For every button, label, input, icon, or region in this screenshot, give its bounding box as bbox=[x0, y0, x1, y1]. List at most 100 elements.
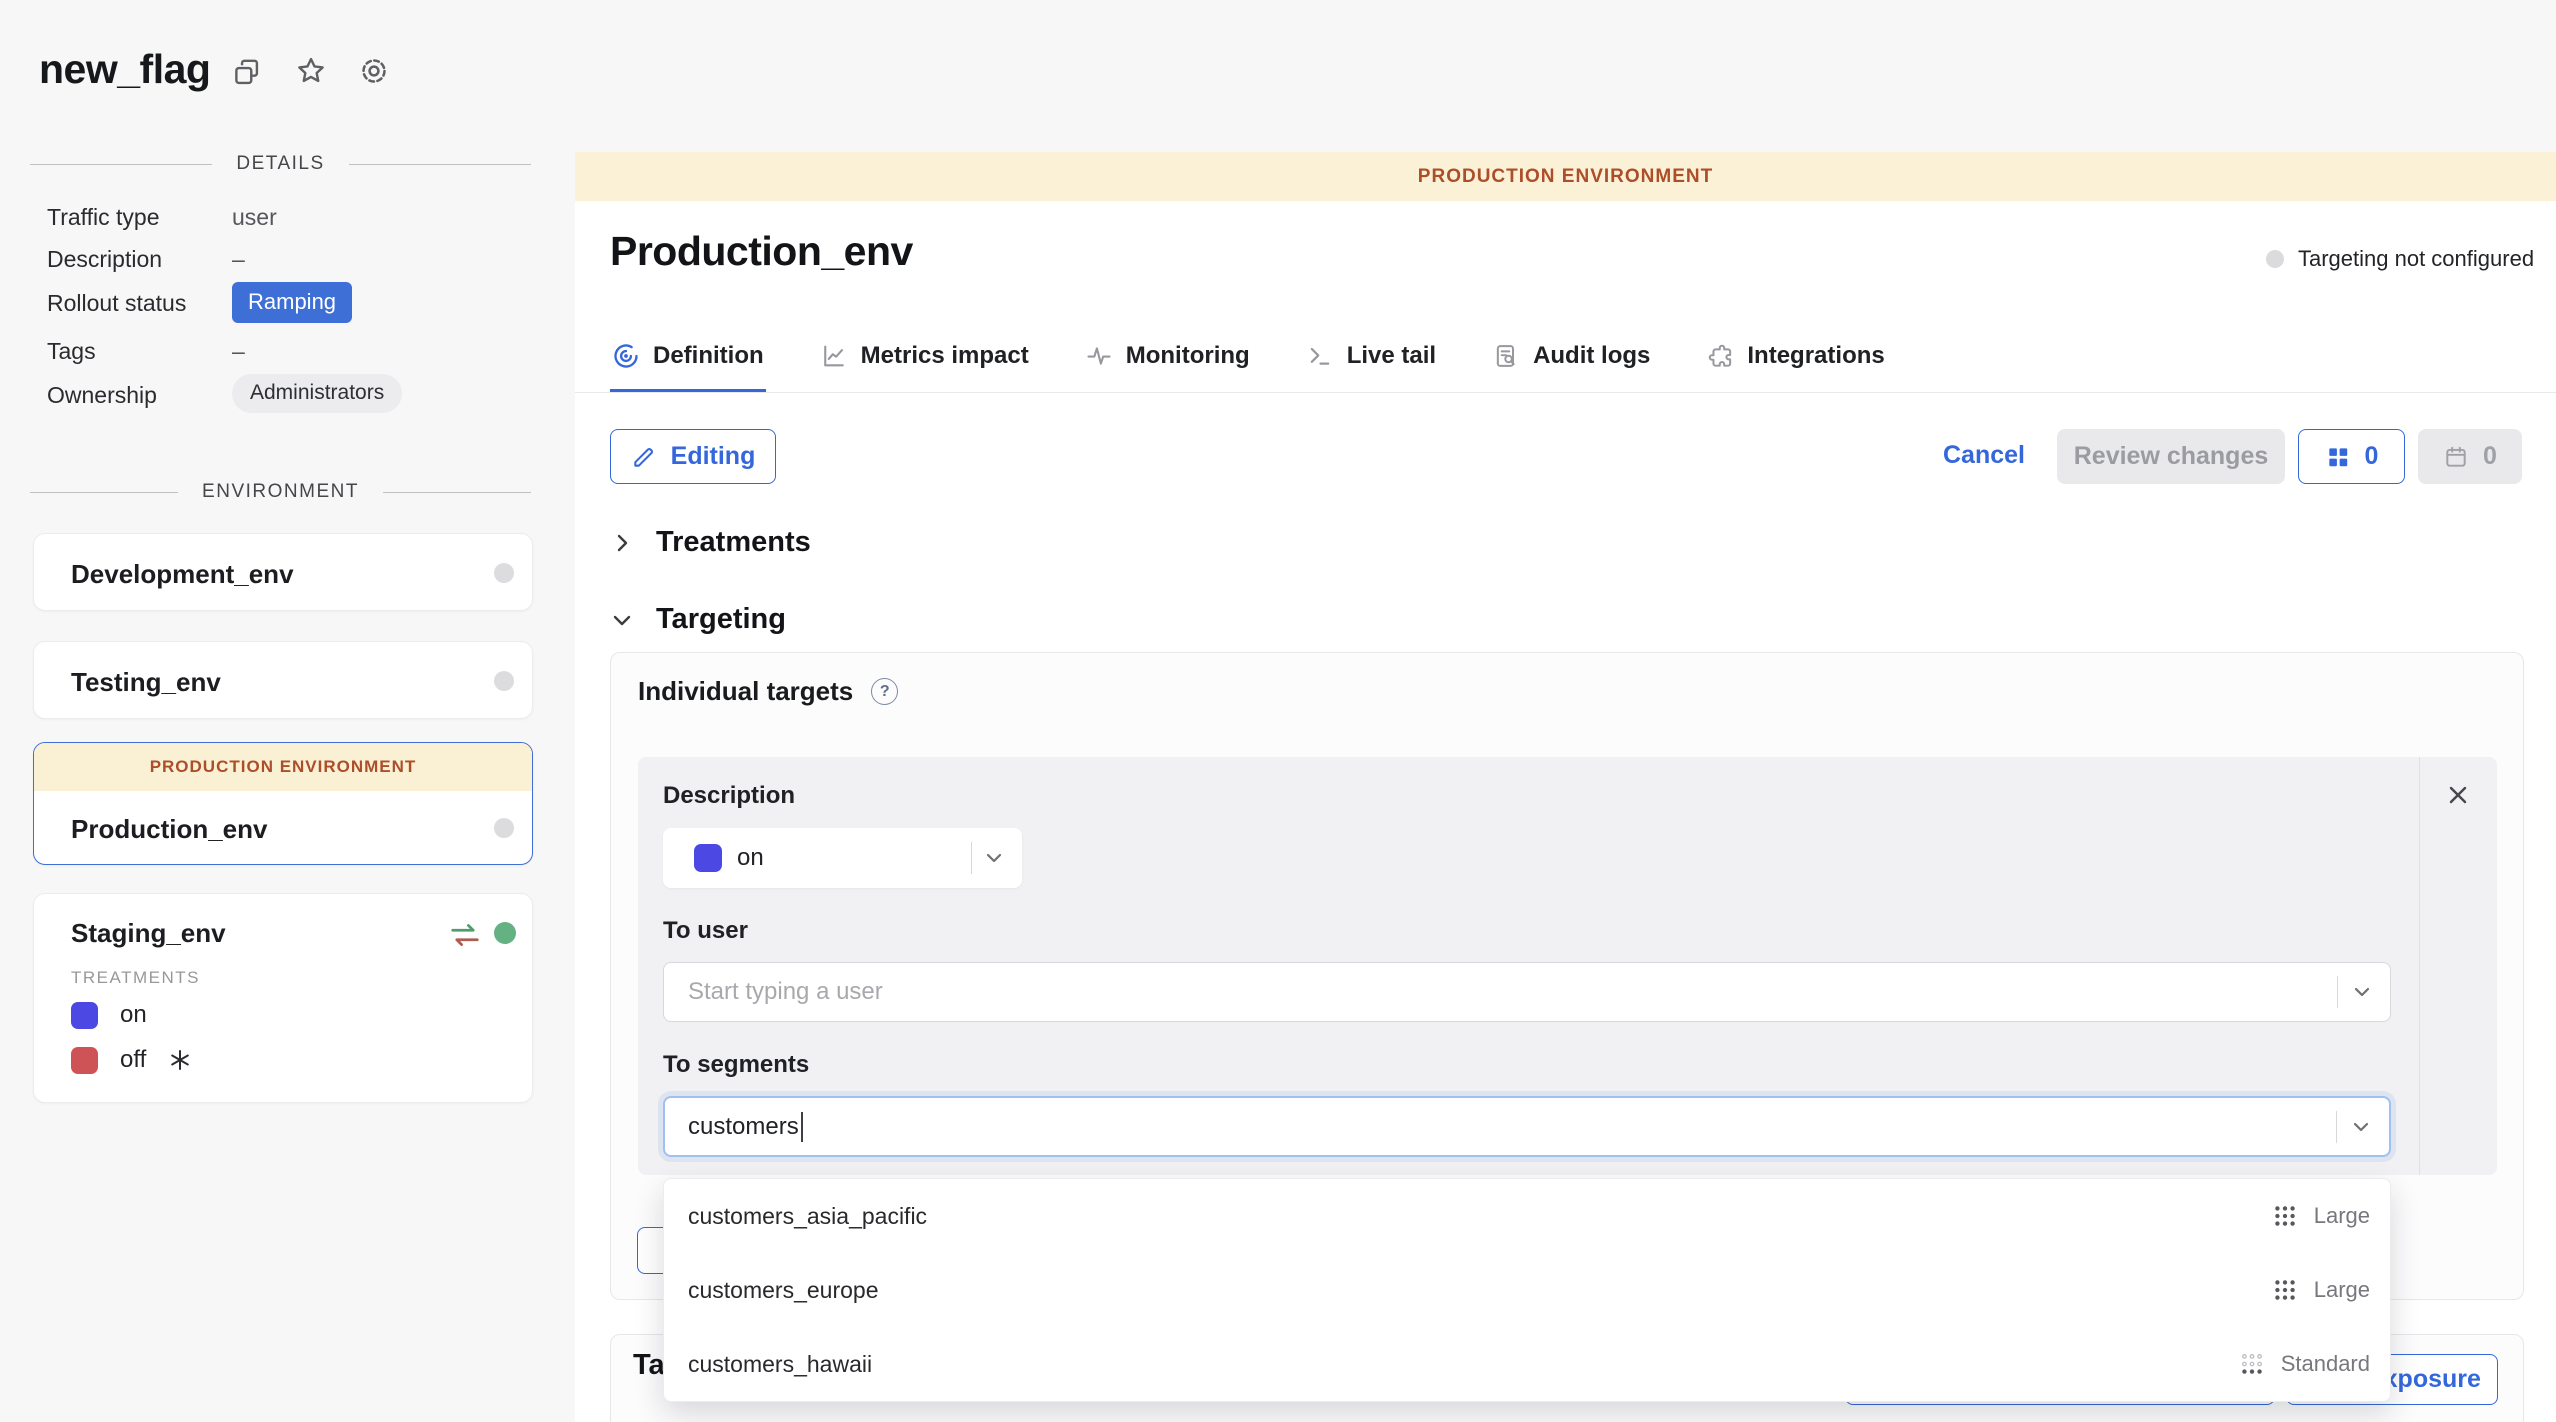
rollout-status-badge[interactable]: Ramping bbox=[232, 282, 352, 323]
detail-value-tags: – bbox=[232, 338, 245, 365]
text-caret bbox=[801, 1112, 803, 1142]
to-user-placeholder: Start typing a user bbox=[688, 978, 883, 1006]
review-changes-label: Review changes bbox=[2074, 442, 2269, 471]
standard-segment-icon bbox=[2239, 1351, 2265, 1377]
treatment-on-label: on bbox=[120, 1001, 147, 1029]
tab-label: Monitoring bbox=[1126, 342, 1250, 370]
treatments-heading: TREATMENTS bbox=[71, 968, 200, 988]
to-segments-input[interactable]: customers bbox=[663, 1096, 2391, 1157]
details-heading: DETAILS bbox=[236, 153, 324, 175]
segment-name: customers_asia_pacific bbox=[688, 1203, 927, 1230]
segment-size: Large bbox=[2314, 1203, 2370, 1229]
treatment-row-off: off bbox=[71, 1046, 192, 1074]
tab-metrics-impact[interactable]: Metrics impact bbox=[818, 334, 1031, 392]
cancel-button[interactable]: Cancel bbox=[1943, 441, 2025, 470]
audit-logs-icon bbox=[1492, 342, 1520, 370]
editing-button[interactable]: Editing bbox=[610, 429, 776, 484]
detail-label-traffic-type: Traffic type bbox=[47, 204, 159, 231]
environment-heading: ENVIRONMENT bbox=[202, 481, 359, 503]
tab-audit-logs[interactable]: Audit logs bbox=[1490, 334, 1652, 392]
segment-size: Large bbox=[2314, 1277, 2370, 1303]
treatment-on-swatch bbox=[71, 1002, 98, 1029]
treatments-section-toggle[interactable]: Treatments bbox=[610, 526, 811, 559]
status-dot bbox=[2266, 250, 2284, 268]
tab-label: Definition bbox=[653, 342, 764, 370]
select-separator bbox=[2337, 976, 2338, 1008]
targeting-section-toggle[interactable]: Targeting bbox=[610, 603, 786, 636]
details-divider: DETAILS bbox=[30, 152, 531, 176]
segment-option-asia-pacific[interactable]: customers_asia_pacific Large bbox=[664, 1179, 2390, 1253]
select-separator bbox=[971, 842, 972, 874]
env-card-production[interactable]: PRODUCTION ENVIRONMENT Production_env bbox=[33, 742, 533, 865]
to-segments-value: customers bbox=[688, 1113, 799, 1141]
review-changes-button[interactable]: Review changes bbox=[2057, 429, 2285, 484]
definition-icon bbox=[612, 342, 640, 370]
to-segments-label: To segments bbox=[663, 1051, 809, 1079]
integrations-icon bbox=[1706, 342, 1734, 370]
chevron-down-icon bbox=[982, 846, 1006, 870]
tab-label: Audit logs bbox=[1533, 342, 1650, 370]
segment-meta: Standard bbox=[2239, 1351, 2370, 1377]
detail-label-description: Description bbox=[47, 246, 162, 273]
treatment-select[interactable]: on bbox=[663, 828, 1022, 888]
detail-value-traffic-type: user bbox=[232, 204, 277, 231]
env-card-development[interactable]: Development_env bbox=[33, 533, 533, 611]
segment-name: customers_hawaii bbox=[688, 1351, 872, 1378]
individual-targets-title: Individual targets bbox=[638, 676, 853, 707]
help-icon[interactable]: ? bbox=[871, 678, 898, 705]
treatment-row-on: on bbox=[71, 1001, 147, 1029]
tab-label: Integrations bbox=[1747, 342, 1884, 370]
treatments-section-title: Treatments bbox=[656, 526, 811, 559]
changes-count-button[interactable]: 0 bbox=[2298, 429, 2405, 484]
next-section-title-fragment: Ta bbox=[633, 1349, 665, 1382]
tab-monitoring[interactable]: Monitoring bbox=[1083, 334, 1252, 392]
gear-icon[interactable] bbox=[357, 54, 391, 88]
close-icon bbox=[2444, 781, 2472, 809]
large-segment-icon bbox=[2272, 1277, 2298, 1303]
to-user-input[interactable]: Start typing a user bbox=[663, 962, 2391, 1022]
detail-value-description: – bbox=[232, 246, 245, 273]
env-name-production: Production_env bbox=[71, 814, 267, 845]
production-environment-banner-main: PRODUCTION ENVIRONMENT bbox=[575, 152, 2556, 201]
env-status-dot bbox=[494, 818, 514, 838]
tab-label: Metrics impact bbox=[861, 342, 1029, 370]
segment-option-europe[interactable]: customers_europe Large bbox=[664, 1253, 2390, 1327]
env-status-dot bbox=[494, 671, 514, 691]
remove-rule-button[interactable] bbox=[2444, 781, 2472, 809]
schedule-count-button[interactable]: 0 bbox=[2418, 429, 2522, 484]
chevron-right-icon bbox=[610, 531, 634, 555]
individual-targets-header: Individual targets ? bbox=[638, 676, 898, 707]
ownership-chip[interactable]: Administrators bbox=[232, 374, 402, 413]
live-tail-icon bbox=[1306, 342, 1334, 370]
segment-option-hawaii[interactable]: customers_hawaii Standard bbox=[664, 1327, 2390, 1401]
env-card-testing[interactable]: Testing_env bbox=[33, 641, 533, 719]
tab-live-tail[interactable]: Live tail bbox=[1304, 334, 1438, 392]
env-status-dot bbox=[494, 563, 514, 583]
env-card-staging[interactable]: Staging_env TREATMENTS on off bbox=[33, 893, 533, 1103]
chevron-down-icon bbox=[2349, 1115, 2373, 1139]
description-label: Description bbox=[663, 782, 795, 810]
tab-integrations[interactable]: Integrations bbox=[1704, 334, 1886, 392]
targeting-status: Targeting not configured bbox=[2266, 246, 2534, 272]
star-icon[interactable] bbox=[294, 54, 328, 88]
treatment-off-label: off bbox=[120, 1046, 146, 1074]
env-name-testing: Testing_env bbox=[71, 667, 221, 698]
treatment-off-swatch bbox=[71, 1047, 98, 1074]
treatment-select-value: on bbox=[737, 844, 764, 872]
rule-card-divider bbox=[2419, 757, 2420, 1175]
tab-definition[interactable]: Definition bbox=[610, 334, 766, 392]
env-name-staging: Staging_env bbox=[71, 918, 226, 949]
detail-label-rollout-status: Rollout status bbox=[47, 290, 186, 317]
default-treatment-asterisk-icon bbox=[168, 1048, 192, 1072]
targeting-section-title: Targeting bbox=[656, 603, 786, 636]
page-title: Production_env bbox=[610, 228, 913, 275]
segment-meta: Large bbox=[2272, 1277, 2370, 1303]
changes-count: 0 bbox=[2365, 442, 2379, 471]
tab-label: Live tail bbox=[1347, 342, 1436, 370]
tab-bar: Definition Metrics impact Monitoring Liv… bbox=[610, 334, 1887, 392]
segment-meta: Large bbox=[2272, 1203, 2370, 1229]
calendar-icon bbox=[2443, 444, 2469, 470]
tabs-hairline bbox=[575, 392, 2556, 393]
copy-icon[interactable] bbox=[230, 56, 264, 90]
segment-name: customers_europe bbox=[688, 1277, 879, 1304]
